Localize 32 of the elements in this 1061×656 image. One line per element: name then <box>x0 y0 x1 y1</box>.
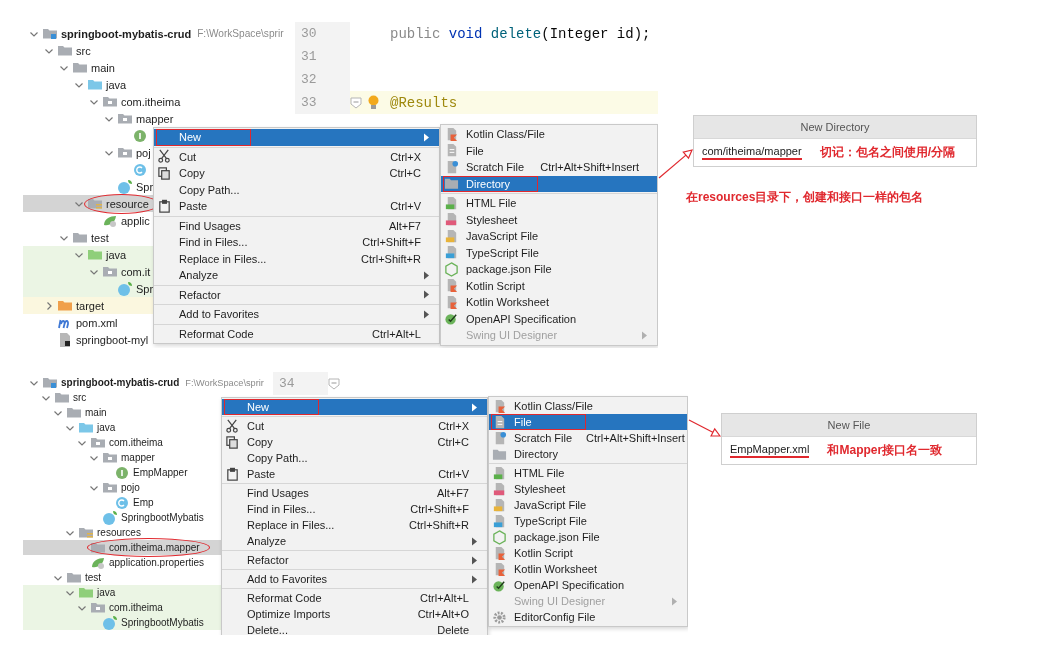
annotation-note: 切记：包名之间使用/分隔 <box>819 144 955 161</box>
shortcut-text: Alt+F7 <box>435 487 469 499</box>
line-number: 33 <box>295 91 350 114</box>
shortcut-text: Alt+F7 <box>387 219 421 232</box>
annotation-caption: 在resources目录下，创建和接口一样的包名 <box>686 189 925 206</box>
code-text: @Results <box>390 94 458 111</box>
shortcut-text: Delete <box>436 624 469 635</box>
shortcut-text: Ctrl+Alt+L <box>371 327 421 340</box>
shortcut-text: Ctrl+Shift+F <box>409 503 469 515</box>
shortcut-text: Ctrl+C <box>388 167 421 180</box>
shortcut-text: Ctrl+X <box>437 420 469 432</box>
dialog-title: New File <box>722 414 976 437</box>
shortcut-text: Ctrl+Shift+R <box>360 252 421 265</box>
line-number: 34 <box>273 372 328 395</box>
line-number: 31 <box>295 45 350 68</box>
dialog-title: New Directory <box>694 116 976 139</box>
shortcut-text: Ctrl+Alt+O <box>416 608 469 620</box>
line-number: 32 <box>295 68 350 91</box>
line-number: 30 <box>295 22 350 45</box>
shortcut-text: Ctrl+V <box>437 468 469 480</box>
shortcut-text: Ctrl+Alt+Shift+Insert <box>539 161 639 174</box>
project-path: F:\WorkSpace\sprir <box>197 28 284 39</box>
shortcut-text: Ctrl+C <box>436 436 469 448</box>
annotation-note: 和Mapper接口名一致 <box>827 442 943 459</box>
shortcut-text: Ctrl+Alt+L <box>419 592 469 604</box>
shortcut-text: Ctrl+V <box>389 200 421 213</box>
shortcut-text: Ctrl+X <box>389 150 421 163</box>
code-text: public void delete(Integer id); <box>390 25 651 42</box>
shortcut-text: Ctrl+Shift+F <box>361 236 421 249</box>
shortcut-text: Ctrl+Alt+Shift+Insert <box>585 432 685 444</box>
project-path: F:\WorkSpace\sprir <box>185 377 264 388</box>
shortcut-text: Ctrl+Shift+R <box>408 519 469 531</box>
